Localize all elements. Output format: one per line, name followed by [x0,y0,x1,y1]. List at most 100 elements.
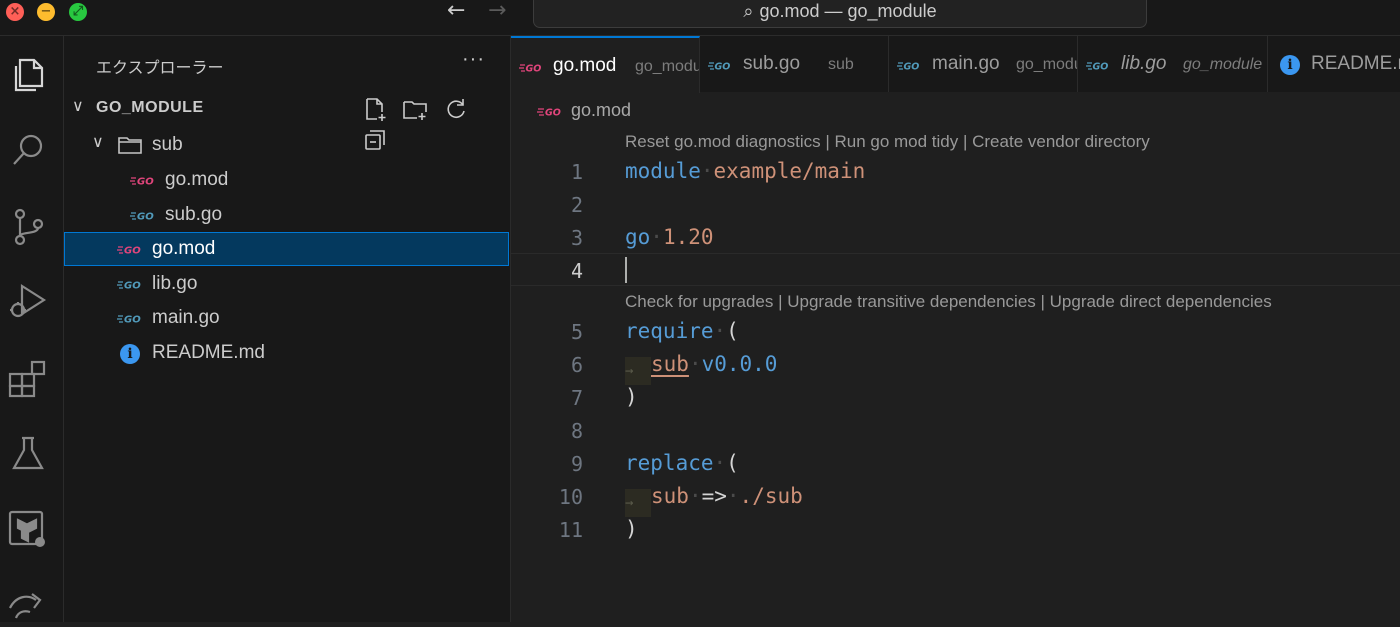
chevron-down-icon: ∨ [92,132,104,151]
tree-item-sub-go[interactable]: GO sub.go [64,198,509,232]
search-icon[interactable] [6,128,50,172]
tab-sub-go[interactable]: GO sub.go sub [700,36,889,92]
code-line-current[interactable]: 4 [511,253,1400,286]
code-line[interactable]: 6 → sub·v0.0.0 [511,348,1400,385]
tree-item-go-mod[interactable]: GO go.mod [64,232,509,266]
tree-item-label: go.mod [165,169,229,190]
terraform-icon[interactable] [6,508,50,552]
svg-text:GO: GO [124,246,141,257]
command-center-search[interactable]: ⌕ go.mod — go_module [533,0,1147,28]
tab-description: go_module [1183,56,1263,73]
close-icon: × [9,4,21,19]
go-mod-icon: GO [537,104,563,119]
minimize-window-button[interactable]: − [37,3,55,21]
paren: ( [726,319,739,343]
keyword: require [625,319,714,343]
svg-text:GO: GO [124,315,141,326]
maximize-window-button[interactable]: ⤢ [69,3,87,21]
search-icon: ⌕ [743,1,754,22]
svg-text:GO: GO [904,62,920,73]
svg-text:GO: GO [545,108,561,119]
new-folder-icon[interactable] [402,96,428,122]
go-file-icon: GO [708,58,731,73]
module-name: sub [651,352,689,376]
paren: ) [625,517,638,541]
remote-icon[interactable] [6,578,50,622]
line-number: 6 [570,353,583,377]
svg-text:GO: GO [137,177,154,188]
tab-label: sub.go [743,53,801,74]
files-icon[interactable] [6,52,50,96]
svg-text:GO: GO [1093,62,1109,73]
paren: ( [726,451,739,475]
extensions-icon[interactable] [6,356,50,400]
title-bar: × − ⤢ ← → ⌕ go.mod — go_module [0,0,1400,36]
run-debug-icon[interactable] [6,280,50,324]
fullscreen-icon: ⤢ [72,4,84,19]
explorer-title: エクスプローラー [96,60,224,77]
tab-description: sub [828,56,854,73]
minimize-icon: − [40,4,52,19]
line-number: 1 [570,160,583,184]
code-line[interactable]: 8 [511,414,1400,447]
editor-area: GO go.mod go_module GO sub.go sub GO mai… [511,36,1400,622]
breadcrumb-file: go.mod [571,100,632,120]
module-version: v0.0.0 [701,352,778,376]
code-line[interactable]: 2 [511,188,1400,221]
tree-item-label: sub.go [165,204,223,225]
go-mod-icon: GO [117,241,141,257]
workspace-section-header[interactable]: ∨ GO_MODULE [64,94,511,150]
replace-path: ./sub [739,484,803,508]
keyword: module [625,159,701,183]
activity-bar [0,36,64,622]
codelens-go-mod-actions[interactable]: Reset go.mod diagnostics | Run go mod ti… [625,132,1150,152]
testing-icon[interactable] [6,432,50,476]
tab-label: main.go [932,53,1000,74]
code-line[interactable]: 3 go·1.20 [511,221,1400,254]
line-number: 11 [558,518,583,542]
code-line[interactable]: 7 ) [511,381,1400,414]
refresh-icon[interactable] [443,96,469,122]
svg-text:GO: GO [137,212,154,223]
code-line[interactable]: 1 module·example/main [511,155,1400,188]
tree-item-readme[interactable]: i README.md [64,336,509,370]
code-line[interactable]: 10 → sub·=>·./sub [511,480,1400,517]
tab-lib-go[interactable]: GO lib.go go_module [1078,36,1268,92]
tree-item-main-go[interactable]: GO main.go [64,301,509,335]
go-mod-icon: GO [130,172,154,188]
explorer-sidebar: エクスプローラー ··· ∨ GO_MODULE ∨ sub GO go.mod… [64,36,511,622]
tree-folder-sub[interactable]: ∨ sub [64,128,509,162]
line-number: 4 [570,259,583,283]
back-arrow-icon[interactable]: ← [447,0,465,23]
more-actions-icon[interactable]: ··· [462,48,485,71]
forward-arrow-icon[interactable]: → [488,0,506,23]
source-control-icon[interactable] [6,204,50,248]
text-cursor [625,257,627,283]
new-file-icon[interactable] [362,96,388,122]
go-file-icon: GO [130,207,154,223]
replace-arrow: => [701,484,727,508]
codelens-require-actions[interactable]: Check for upgrades | Upgrade transitive … [625,292,1272,312]
go-mod-icon: GO [519,60,541,75]
code-line[interactable]: 5 require·( [511,315,1400,348]
close-window-button[interactable]: × [6,3,24,21]
tree-item-sub-go-mod[interactable]: GO go.mod [64,163,509,197]
workspace-name: GO_MODULE [96,99,204,116]
tree-item-label: README.md [152,342,265,363]
go-version: 1.20 [662,225,714,249]
tree-item-label: main.go [152,307,220,328]
go-file-icon: GO [897,58,920,73]
code-line[interactable]: 11 ) [511,513,1400,546]
keyword: replace [625,451,714,475]
tab-go-mod[interactable]: GO go.mod go_module [511,36,700,93]
svg-text:GO: GO [715,62,731,73]
line-number: 7 [570,386,583,410]
tab-main-go[interactable]: GO main.go go_module [889,36,1078,92]
line-number: 10 [558,485,583,509]
code-line[interactable]: 9 replace·( [511,447,1400,480]
folder-icon [118,136,142,154]
info-icon: i [1280,55,1300,75]
tree-item-lib-go[interactable]: GO lib.go [64,267,509,301]
tab-readme[interactable]: i README.md [1268,36,1400,92]
line-number: 2 [570,193,583,217]
